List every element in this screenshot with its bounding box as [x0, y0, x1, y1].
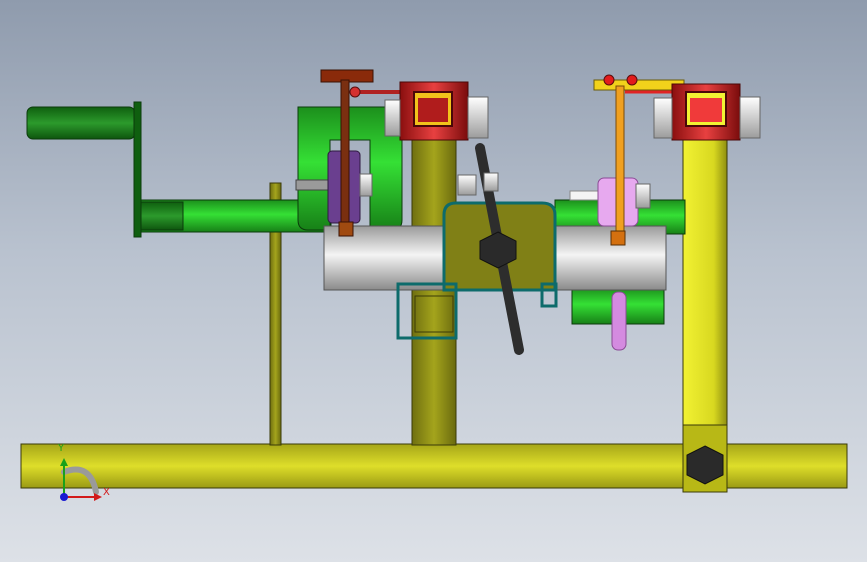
left-clamp-nut-left[interactable]: [384, 99, 401, 137]
left-link-pivot[interactable]: [349, 86, 361, 98]
left-clamp-window-inner[interactable]: [418, 98, 448, 122]
triad-z-origin: [60, 493, 68, 501]
right-flange-nut[interactable]: [635, 183, 651, 209]
crank-arm[interactable]: [133, 101, 142, 238]
green-shaft-collar[interactable]: [140, 201, 184, 231]
left-link-rod[interactable]: [340, 79, 350, 229]
crank-grip[interactable]: [26, 106, 136, 140]
right-clamp-nut-left[interactable]: [653, 97, 673, 139]
left-flange-nut[interactable]: [359, 173, 373, 197]
triad-x-label: X: [103, 487, 110, 498]
triad-y-label: Y: [58, 443, 65, 454]
left-link-end[interactable]: [338, 221, 354, 237]
right-clamp-nut-right[interactable]: [739, 96, 761, 139]
right-link-end[interactable]: [610, 230, 626, 246]
cad-viewport[interactable]: Y X: [0, 0, 867, 562]
right-clamp-window-inner[interactable]: [690, 98, 722, 122]
left-clamp-nut-right[interactable]: [467, 96, 489, 139]
right-link-pivot-a[interactable]: [603, 74, 615, 86]
left-flange-bolt[interactable]: [295, 179, 331, 191]
small-white-bolt[interactable]: [457, 174, 477, 196]
small-white-bolt-2[interactable]: [483, 172, 499, 192]
right-link-pivot-b[interactable]: [626, 74, 638, 86]
assembly-model[interactable]: [0, 0, 867, 562]
right-link-rod[interactable]: [615, 85, 625, 237]
right-pink-flange-lower[interactable]: [611, 291, 627, 351]
